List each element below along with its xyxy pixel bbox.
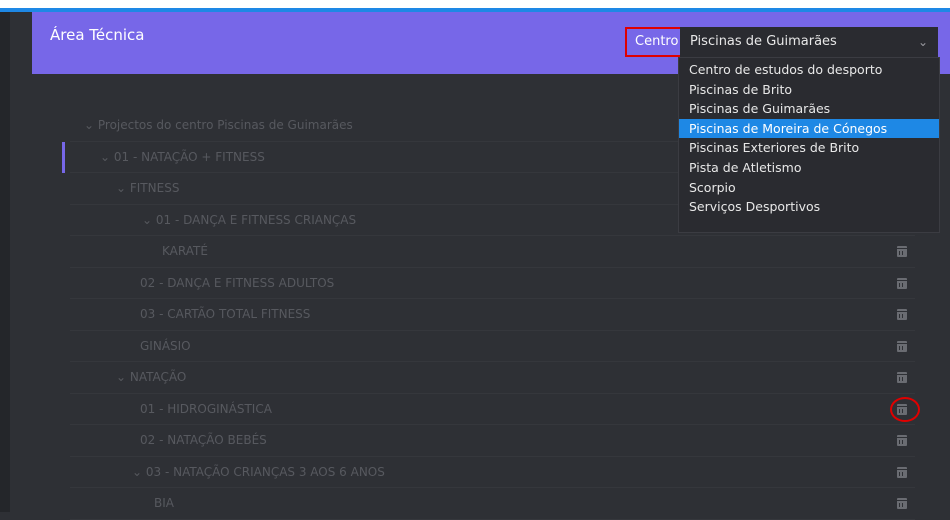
tree-row-label: 01 - HIDROGINÁSTICA <box>140 401 272 416</box>
tree-row-label: 02 - NATAÇÃO BEBÉS <box>140 433 267 447</box>
tree-row-label: 02 - DANÇA E FITNESS ADULTOS <box>140 275 335 290</box>
chevron-down-icon: ⌄ <box>917 35 928 49</box>
dropdown-option-highlighted[interactable]: Piscinas de Moreira de Cónegos <box>679 118 939 139</box>
dropdown-option[interactable]: Serviços Desportivos <box>679 197 939 217</box>
tree-row[interactable]: 02 - DANÇA E FITNESS ADULTOS <box>70 268 915 299</box>
tree-row[interactable]: KARATÉ <box>70 236 915 268</box>
dropdown-option[interactable]: Piscinas de Brito <box>679 80 939 100</box>
calendar-icon[interactable] <box>897 246 907 257</box>
tree-row-label: ⌄ 01 - NATAÇÃO + FITNESS <box>100 149 265 164</box>
highlight-circle <box>890 396 920 422</box>
calendar-icon[interactable] <box>897 435 907 446</box>
tree-row-label: ⌄ FITNESS <box>116 181 180 195</box>
dropdown-option[interactable]: Centro de estudos do desporto <box>679 60 939 80</box>
tree-row-label: BIA <box>154 496 174 510</box>
calendar-icon[interactable] <box>897 340 907 352</box>
tree-row[interactable]: 03 - CARTÃO TOTAL FITNESS <box>70 299 915 331</box>
centro-label: Centro <box>625 27 689 57</box>
calendar-icon[interactable] <box>897 466 907 478</box>
calendar-icon[interactable] <box>897 277 907 289</box>
tree-row[interactable]: 02 - NATAÇÃO BEBÉS <box>70 425 915 457</box>
dropdown-option[interactable]: Piscinas Exteriores de Brito <box>679 138 939 158</box>
calendar-icon[interactable] <box>897 372 907 383</box>
calendar-icon[interactable] <box>897 498 907 509</box>
calendar-icon[interactable] <box>897 309 907 320</box>
tree-row[interactable]: 01 - HIDROGINÁSTICA <box>70 394 920 425</box>
tree-row-label: KARATÉ <box>162 244 208 258</box>
left-sidebar-strip <box>0 12 10 512</box>
tree-row[interactable]: GINÁSIO <box>70 331 915 362</box>
tree-row[interactable]: ⌄ NATAÇÃO <box>70 362 915 394</box>
page-title: Área Técnica <box>50 26 145 44</box>
centro-select[interactable]: Piscinas de Guimarães ⌄ <box>680 27 938 57</box>
tree-row[interactable]: BIA <box>70 488 915 520</box>
centro-select-value: Piscinas de Guimarães <box>690 34 837 49</box>
tree-row[interactable]: ⌄ 03 - NATAÇÃO CRIANÇAS 3 AOS 6 ANOS <box>70 457 915 488</box>
dropdown-option[interactable]: Piscinas de Guimarães <box>679 99 939 119</box>
tree-row-label: GINÁSIO <box>140 338 191 353</box>
tree-row-label: ⌄ Projectos do centro Piscinas de Guimar… <box>84 118 353 132</box>
centro-dropdown-menu: Centro de estudos do desporto Piscinas d… <box>678 57 940 233</box>
tree-row-label: 03 - CARTÃO TOTAL FITNESS <box>140 307 311 321</box>
dropdown-option[interactable]: Pista de Atletismo <box>679 158 939 178</box>
dropdown-option[interactable]: Scorpio <box>679 178 939 198</box>
active-row-marker <box>62 141 65 173</box>
tree-row-label: ⌄ 01 - DANÇA E FITNESS CRIANÇAS <box>142 212 357 227</box>
tree-row-label: ⌄ NATAÇÃO <box>116 370 187 384</box>
tree-row-label: ⌄ 03 - NATAÇÃO CRIANÇAS 3 AOS 6 ANOS <box>132 464 385 479</box>
